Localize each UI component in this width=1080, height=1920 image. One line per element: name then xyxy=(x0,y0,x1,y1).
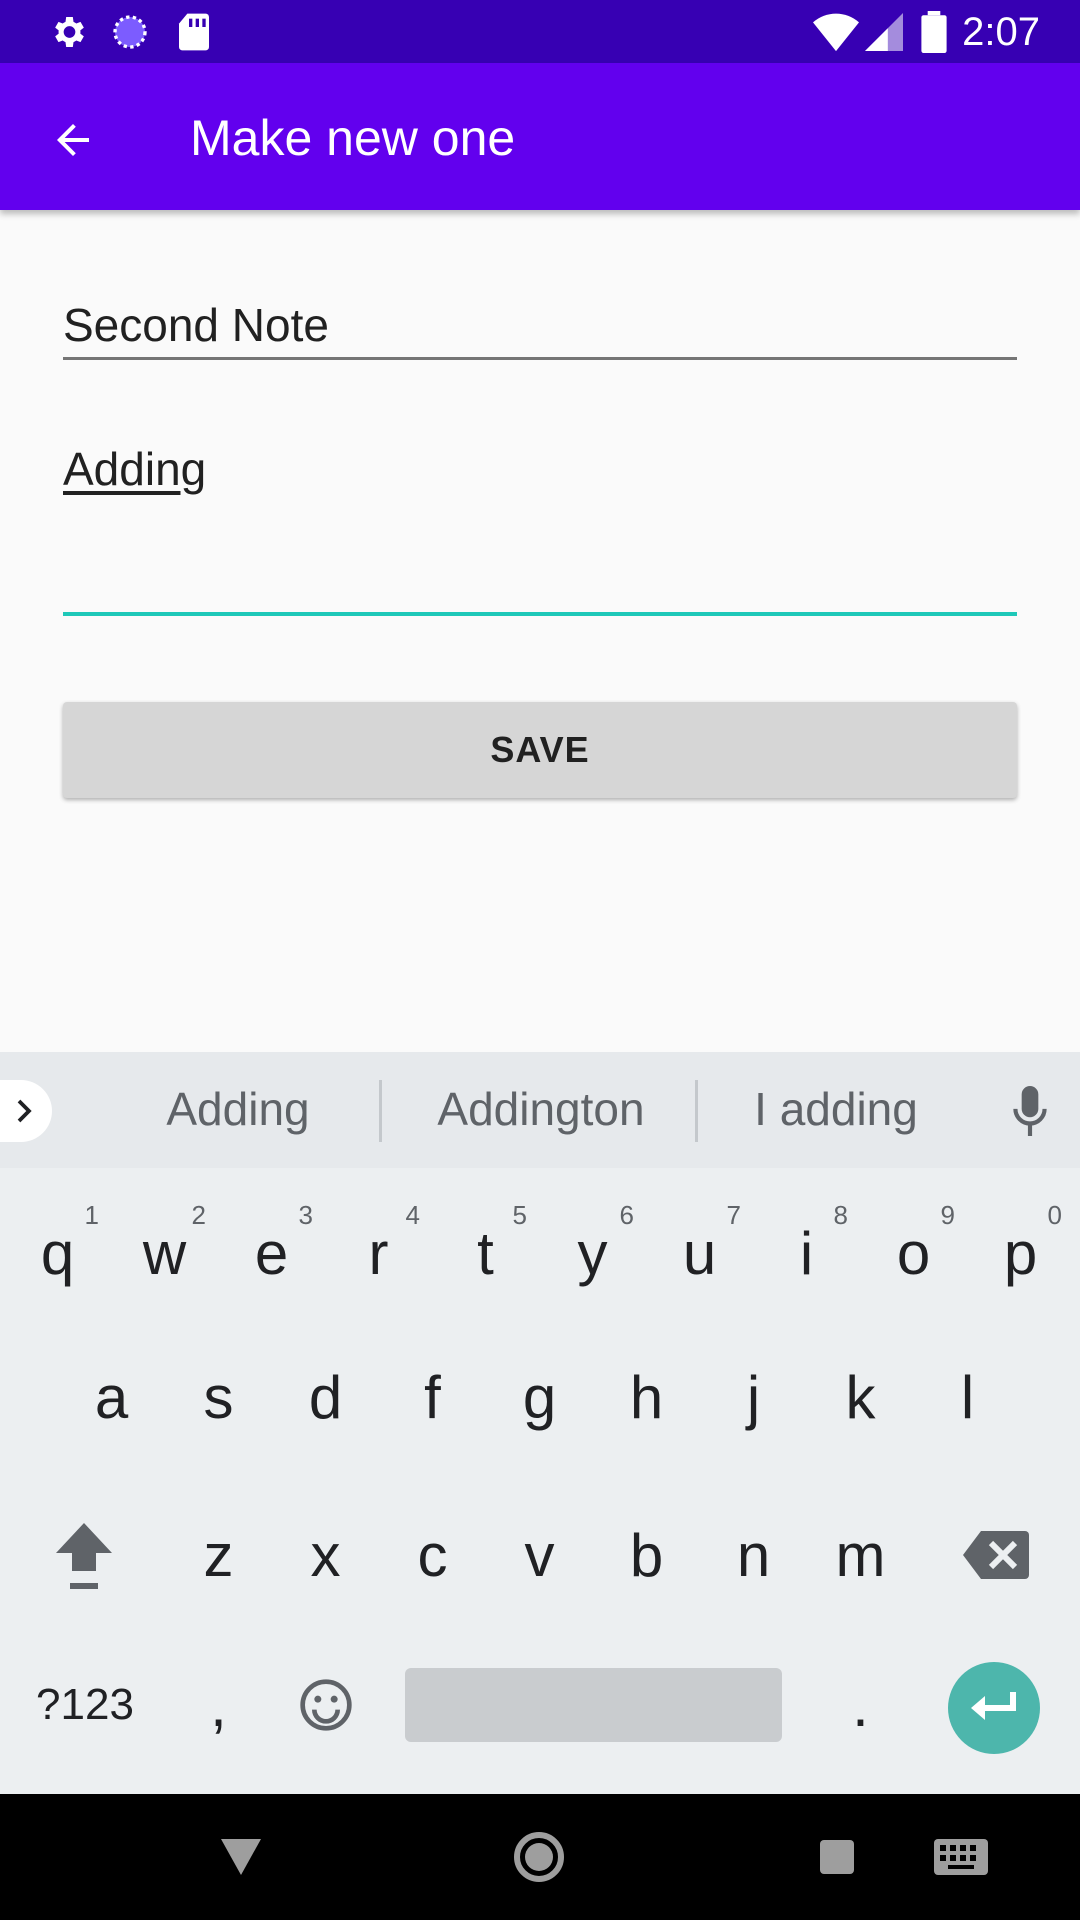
save-button[interactable]: SAVE xyxy=(63,702,1017,798)
nav-keyboard-switch-button[interactable] xyxy=(926,1824,996,1890)
settings-icon xyxy=(46,10,90,54)
key-char: w xyxy=(142,1219,187,1287)
key-p[interactable]: 0p xyxy=(967,1182,1074,1312)
key-s[interactable]: s xyxy=(165,1332,272,1462)
back-triangle-icon xyxy=(221,1839,261,1875)
signal-icon xyxy=(862,10,906,54)
key-c[interactable]: c xyxy=(379,1490,486,1620)
key-b[interactable]: b xyxy=(593,1490,700,1620)
enter-icon xyxy=(971,1692,1016,1720)
key-hint: 3 xyxy=(298,1200,313,1230)
comma-key[interactable]: , xyxy=(165,1640,272,1770)
key-z[interactable]: z xyxy=(165,1490,272,1620)
emoji-key[interactable] xyxy=(272,1640,379,1770)
key-n[interactable]: n xyxy=(700,1490,807,1620)
nav-home-button[interactable] xyxy=(506,1824,572,1890)
key-u[interactable]: 7u xyxy=(646,1182,753,1312)
key-h[interactable]: h xyxy=(593,1332,700,1462)
app-bar: Make new one xyxy=(0,63,1080,210)
chevron-right-icon xyxy=(17,1099,32,1123)
key-r[interactable]: 4r xyxy=(325,1182,432,1312)
key-hint: 5 xyxy=(512,1200,527,1230)
key-w[interactable]: 2w xyxy=(111,1182,218,1312)
key-char: e xyxy=(254,1219,289,1287)
key-char: u xyxy=(682,1219,717,1287)
key-l[interactable]: l xyxy=(914,1332,1021,1462)
symbols-key[interactable]: ?123 xyxy=(20,1650,150,1760)
system-nav-bar xyxy=(0,1794,1080,1920)
voice-input-button[interactable] xyxy=(1000,1080,1060,1142)
key-j[interactable]: j xyxy=(700,1332,807,1462)
suggestion-divider xyxy=(379,1080,382,1142)
key-hint: 1 xyxy=(84,1200,99,1230)
key-g[interactable]: g xyxy=(486,1332,593,1462)
key-e[interactable]: 3e xyxy=(218,1182,325,1312)
keyboard-switch-icon xyxy=(934,1839,988,1875)
key-char: q xyxy=(40,1219,75,1287)
suggestion-3[interactable]: I adding xyxy=(718,1082,954,1136)
key-x[interactable]: x xyxy=(272,1490,379,1620)
key-f[interactable]: f xyxy=(379,1332,486,1462)
battery-icon xyxy=(912,10,956,54)
key-m[interactable]: m xyxy=(807,1490,914,1620)
key-hint: 2 xyxy=(191,1200,206,1230)
key-char: p xyxy=(1003,1219,1038,1287)
key-char: t xyxy=(477,1219,494,1287)
key-char: i xyxy=(799,1219,814,1287)
key-hint: 7 xyxy=(726,1200,741,1230)
key-hint: 4 xyxy=(405,1200,420,1230)
key-d[interactable]: d xyxy=(272,1332,379,1462)
key-hint: 6 xyxy=(619,1200,634,1230)
key-hint: 9 xyxy=(940,1200,955,1230)
key-char: y xyxy=(577,1219,608,1287)
backspace-key[interactable] xyxy=(942,1490,1049,1620)
suggestion-expand-button[interactable] xyxy=(0,1080,52,1142)
shift-icon xyxy=(55,1523,112,1589)
wifi-icon xyxy=(812,10,860,54)
key-i[interactable]: 8i xyxy=(753,1182,860,1312)
status-time: 2:07 xyxy=(962,10,1040,54)
key-v[interactable]: v xyxy=(486,1490,593,1620)
note-body-input[interactable]: Adding xyxy=(63,420,1017,616)
key-q[interactable]: 1q xyxy=(4,1182,111,1312)
period-key[interactable]: . xyxy=(807,1640,914,1770)
key-a[interactable]: a xyxy=(58,1332,165,1462)
suggestion-1[interactable]: Adding xyxy=(120,1082,356,1136)
backspace-icon xyxy=(962,1531,1029,1579)
key-char: o xyxy=(896,1219,931,1287)
emoji-icon xyxy=(299,1679,352,1731)
status-bar: 2:07 xyxy=(0,0,1080,63)
key-hint: 8 xyxy=(833,1200,848,1230)
shift-key[interactable] xyxy=(30,1490,137,1620)
note-title-value: Second Note xyxy=(63,299,329,351)
key-t[interactable]: 5t xyxy=(432,1182,539,1312)
nav-recents-button[interactable] xyxy=(804,1824,870,1890)
note-title-input[interactable]: Second Note xyxy=(63,280,1017,360)
arrow-back-icon xyxy=(57,124,89,156)
nav-back-button[interactable] xyxy=(208,1824,274,1890)
note-body-value: Adding xyxy=(63,443,207,495)
back-button[interactable] xyxy=(36,103,110,177)
sd-card-icon xyxy=(172,10,216,54)
home-circle-icon xyxy=(514,1832,564,1882)
space-key[interactable] xyxy=(405,1668,782,1742)
enter-key[interactable] xyxy=(948,1662,1040,1754)
page-title: Make new one xyxy=(190,110,516,166)
key-char: r xyxy=(368,1219,389,1287)
key-o[interactable]: 9o xyxy=(860,1182,967,1312)
suggestion-divider xyxy=(695,1080,698,1142)
key-k[interactable]: k xyxy=(807,1332,914,1462)
key-y[interactable]: 6y xyxy=(539,1182,646,1312)
recents-square-icon xyxy=(820,1840,854,1874)
sync-icon xyxy=(108,10,152,54)
key-hint: 0 xyxy=(1047,1200,1062,1230)
microphone-icon xyxy=(1013,1086,1047,1136)
suggestion-2[interactable]: Addington xyxy=(410,1082,672,1136)
suggestion-strip: Adding Addington I adding xyxy=(0,1052,1080,1168)
